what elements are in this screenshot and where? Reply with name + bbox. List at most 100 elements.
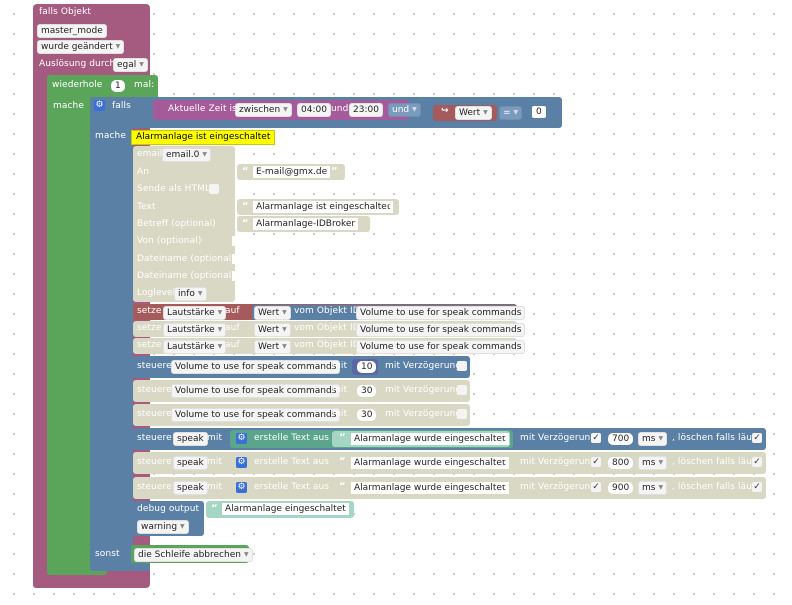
checkbox-icon[interactable]: ✓ xyxy=(752,433,762,443)
control-delay-label: mit Verzögerung xyxy=(385,409,462,419)
logic-op-dropdown[interactable]: und ▼ xyxy=(388,103,421,117)
set-value-dropdown[interactable]: Wert ▼ xyxy=(254,323,291,337)
checkbox-icon[interactable]: ✓ xyxy=(752,482,762,492)
set-label: setze xyxy=(137,323,162,333)
dropdown-arrow-icon: ▼ xyxy=(180,523,185,530)
debug-level-value: warning xyxy=(141,522,178,532)
speak-label: steuere xyxy=(137,482,172,492)
dropdown-arrow-icon: ▼ xyxy=(282,309,287,316)
control-value-input[interactable]: 30 xyxy=(357,409,377,421)
from-input-slot[interactable] xyxy=(232,236,239,246)
set-value-dropdown[interactable]: Wert ▼ xyxy=(254,306,291,320)
dropdown-arrow-icon: ▼ xyxy=(139,61,144,68)
loglevel-dropdown[interactable]: info ▼ xyxy=(174,287,207,301)
checkbox-icon[interactable]: ✓ xyxy=(591,433,601,443)
time-and-label: und xyxy=(331,104,349,114)
speak-text-value[interactable]: Alarmanlage wurde eingeschaltet xyxy=(351,482,509,494)
subject-value[interactable]: Alarmanlage-IDBroker xyxy=(253,218,359,230)
speak-object-field[interactable]: speak xyxy=(173,456,208,470)
speak-object-field[interactable]: speak xyxy=(173,432,208,446)
gear-icon[interactable]: ⚙ xyxy=(236,482,247,493)
quote-icon: ” xyxy=(499,456,506,467)
value-dropdown[interactable]: Wert ▼ xyxy=(455,106,492,120)
debug-text[interactable]: Alarmanlage eingeschaltet xyxy=(222,503,349,515)
speak-with-label: mit xyxy=(207,457,223,467)
set-var-dropdown[interactable]: Lautstärke ▼ xyxy=(163,340,227,354)
set-from-label: vom Objekt ID xyxy=(294,340,360,350)
speak-delay-input[interactable]: 900 xyxy=(608,482,634,494)
speak-unit-value: ms xyxy=(642,458,656,468)
set-var-dropdown[interactable]: Lautstärke ▼ xyxy=(163,323,227,337)
set-object-field[interactable]: Volume to use for speak commands xyxy=(356,340,526,354)
control-value-input[interactable]: 10 xyxy=(357,361,377,373)
checkbox-icon[interactable]: ✓ xyxy=(752,457,762,467)
email-instance-dropdown[interactable]: email.0 ▼ xyxy=(162,148,212,162)
checkbox-icon[interactable]: ✓ xyxy=(591,482,601,492)
gear-icon[interactable]: ⚙ xyxy=(236,433,247,444)
file1-input-slot[interactable] xyxy=(232,254,239,264)
speak-object-value: speak xyxy=(177,483,204,493)
break-dropdown[interactable]: die Schleife abbrechen ▼ xyxy=(134,548,253,562)
speak-label: steuere xyxy=(137,433,172,443)
speak-delay-input[interactable]: 800 xyxy=(608,457,634,469)
checkbox-icon[interactable] xyxy=(457,361,467,371)
quote-icon: “ xyxy=(339,456,346,467)
speak-unit-dropdown[interactable]: ms ▼ xyxy=(638,481,668,495)
speak-unit-dropdown[interactable]: ms ▼ xyxy=(638,432,668,446)
gear-icon[interactable]: ⚙ xyxy=(236,457,247,468)
repeat-count-input[interactable]: 1 xyxy=(111,80,125,92)
set-object-field[interactable]: Volume to use for speak commands xyxy=(356,306,526,320)
control-object-field[interactable]: Volume to use for speak commands xyxy=(171,360,341,374)
debug-level-dropdown[interactable]: warning ▼ xyxy=(137,520,189,534)
control-object-field[interactable]: Volume to use for speak commands xyxy=(171,384,341,398)
value-label: Wert xyxy=(459,108,481,118)
quote-icon: ” xyxy=(331,166,338,177)
to-value[interactable]: E-mail@gmx.de xyxy=(253,166,331,178)
trigger-condition-dropdown[interactable]: wurde geändert ▼ xyxy=(37,40,125,54)
control-label: steuere xyxy=(137,361,172,371)
file1-label: Dateiname (optional) xyxy=(137,254,235,264)
text-value[interactable]: Alarmanlage ist eingeschaltet xyxy=(253,201,394,213)
control-value-input[interactable]: 30 xyxy=(357,385,377,397)
set-value-dropdown[interactable]: Wert ▼ xyxy=(254,340,291,354)
set-on-label: auf xyxy=(225,323,240,333)
speak-delay-input[interactable]: 700 xyxy=(608,433,634,445)
file2-input-slot[interactable] xyxy=(232,271,239,281)
control-with-label: mit xyxy=(332,409,348,419)
dropdown-arrow-icon: ▼ xyxy=(412,106,417,113)
control-with-label: mit xyxy=(332,361,348,371)
trigger-object-field[interactable]: master_mode xyxy=(37,24,107,38)
speak-clear-label: , löschen falls läuft xyxy=(672,433,759,443)
dropdown-arrow-icon: ▼ xyxy=(217,343,223,350)
dropdown-arrow-icon: ▼ xyxy=(115,43,121,50)
from-label: Von (optional) xyxy=(137,236,202,246)
checkbox-icon[interactable]: ✓ xyxy=(591,457,601,467)
set-var-dropdown[interactable]: Lautstärke ▼ xyxy=(163,306,227,320)
checkbox-icon[interactable] xyxy=(457,409,467,419)
comment-block[interactable]: Alarmanlage ist eingeschaltet xyxy=(131,130,276,145)
control-object-value: Volume to use for speak commands xyxy=(175,362,337,372)
gear-icon[interactable]: ⚙ xyxy=(94,100,105,111)
speak-text-value[interactable]: Alarmanlage wurde eingeschaltet xyxy=(351,433,509,445)
quote-icon: ” xyxy=(386,201,393,212)
compare-op-dropdown[interactable]: = ▼ xyxy=(499,106,523,120)
control-object-field[interactable]: Volume to use for speak commands xyxy=(171,408,341,422)
time-to-value: 23:00 xyxy=(353,105,379,115)
speak-object-field[interactable]: speak xyxy=(173,481,208,495)
time-op-dropdown[interactable]: zwischen ▼ xyxy=(235,103,292,117)
speak-unit-dropdown[interactable]: ms ▼ xyxy=(638,456,668,470)
set-value-value: Wert xyxy=(258,325,280,335)
debug-label: debug output xyxy=(137,504,200,514)
trigger-by-dropdown[interactable]: egal ▼ xyxy=(113,58,148,72)
speak-object-value: speak xyxy=(177,434,204,444)
checkbox-icon[interactable] xyxy=(457,385,467,395)
dropdown-arrow-icon: ▼ xyxy=(658,484,664,491)
speak-text-value[interactable]: Alarmanlage wurde eingeschaltet xyxy=(351,457,509,469)
time-to-field[interactable]: 23:00 xyxy=(349,103,383,117)
set-label: setze xyxy=(137,340,162,350)
compare-value-input[interactable]: 0 xyxy=(532,106,546,118)
set-object-field[interactable]: Volume to use for speak commands xyxy=(356,323,526,337)
arrow-icon: ↪ xyxy=(441,106,449,116)
html-checkbox[interactable] xyxy=(209,184,219,194)
time-from-field[interactable]: 04:00 xyxy=(297,103,331,117)
